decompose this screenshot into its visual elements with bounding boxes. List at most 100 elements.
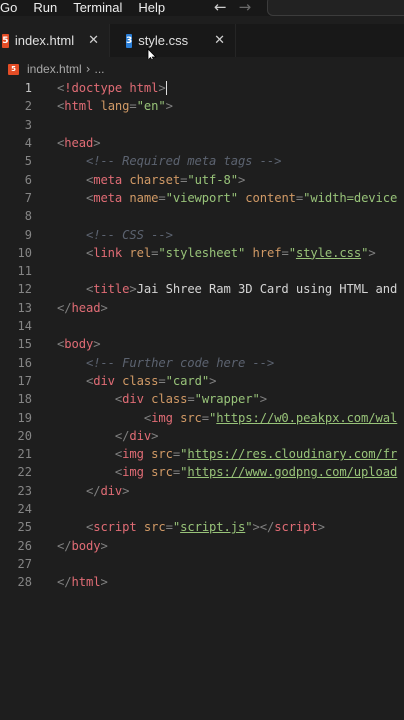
code-line[interactable]: 25 <script src="script.js"></script>	[0, 518, 404, 536]
code-token: >	[368, 245, 376, 260]
code-token: </	[57, 575, 72, 590]
code-line[interactable]: 16 <!-- Further code here -->	[0, 354, 404, 372]
code-token: href	[252, 245, 282, 260]
code-text: <div class="card">	[57, 374, 216, 388]
breadcrumb: 5 index.html › ...	[0, 59, 404, 79]
code-text: <meta charset="utf-8">	[57, 173, 245, 187]
code-line[interactable]: 22 <img src="https://www.godpng.com/uplo…	[0, 463, 404, 481]
code-line[interactable]: 19 <img src="https://w0.peakpx.com/wal	[0, 408, 404, 426]
close-icon[interactable]: ✕	[88, 33, 99, 48]
command-center-search[interactable]	[267, 0, 404, 16]
line-number: 11	[17, 264, 32, 279]
code-token: >	[158, 80, 166, 95]
line-number: 9	[24, 227, 32, 242]
code-text: </head>	[57, 301, 108, 315]
code-text: <!-- Further code here -->	[57, 356, 274, 370]
code-text: <link rel="stylesheet" href="style.css">	[57, 246, 376, 260]
tab-index-html[interactable]: 5 index.html ✕	[0, 24, 110, 57]
code-line[interactable]: 1 <!doctype html>	[0, 79, 404, 97]
code-line[interactable]: 6 <meta charset="utf-8">	[0, 171, 404, 189]
code-line[interactable]: 17 <div class="card">	[0, 372, 404, 390]
code-token: >	[238, 172, 246, 187]
menu-run[interactable]: Run	[33, 0, 57, 16]
code-token: !doctype html	[64, 80, 159, 95]
code-line[interactable]: 4 <head>	[0, 134, 404, 152]
code-token: <!-- Required meta tags -->	[85, 154, 282, 169]
code-token: <!-- Further code here -->	[85, 355, 275, 370]
code-token: <!-- CSS -->	[85, 227, 173, 242]
line-number: 13	[17, 300, 32, 315]
code-token: title	[93, 282, 130, 297]
code-line[interactable]: 24	[0, 500, 404, 518]
code-line[interactable]: 23 </div>	[0, 482, 404, 500]
code-token: html	[64, 99, 94, 114]
code-line[interactable]: 14	[0, 317, 404, 335]
line-number: 20	[17, 428, 32, 443]
line-number: 26	[17, 538, 32, 553]
code-token: >	[151, 428, 159, 443]
code-line[interactable]: 13 </head>	[0, 299, 404, 317]
code-token: >	[122, 483, 130, 498]
code-line[interactable]: 5 <!-- Required meta tags -->	[0, 152, 404, 170]
code-token: https://res.cloudinary.com/fr	[187, 447, 398, 462]
code-token: </	[57, 538, 72, 553]
code-token: =	[129, 99, 137, 114]
code-line[interactable]: 2 <html lang="en">	[0, 97, 404, 115]
code-line[interactable]: 9 <!-- CSS -->	[0, 225, 404, 243]
close-icon[interactable]: ✕	[214, 33, 225, 48]
back-arrow-icon[interactable]: ←	[214, 0, 227, 15]
forward-arrow-icon[interactable]: →	[239, 0, 252, 15]
code-line[interactable]: 15 <body>	[0, 335, 404, 353]
code-text: <html lang="en">	[57, 99, 173, 113]
code-line[interactable]: 28 </html>	[0, 573, 404, 591]
code-line[interactable]: 18 <div class="wrapper">	[0, 390, 404, 408]
code-editor[interactable]: 1 <!doctype html> 2 <html lang="en"> 3 4 <head…	[0, 78, 404, 598]
menu-terminal[interactable]: Terminal	[73, 0, 122, 16]
code-token: </	[114, 428, 130, 443]
code-token: https://w0.peakpx.com/wal	[216, 410, 398, 425]
code-token: style.css	[295, 245, 362, 260]
code-token: src	[151, 465, 173, 480]
code-token: Jai Shree Ram 3D Card using HTML and	[136, 282, 398, 297]
code-text: <body>	[57, 337, 101, 351]
breadcrumb-separator: ›	[85, 62, 91, 76]
code-token: </	[57, 300, 72, 315]
menu-go[interactable]: Go	[0, 0, 17, 16]
breadcrumb-trail[interactable]: ...	[95, 62, 105, 76]
code-text: </div>	[57, 483, 130, 498]
line-number: 25	[17, 520, 32, 535]
breadcrumb-file[interactable]: index.html	[27, 62, 82, 76]
code-text: <meta name="viewport" content="width=dev…	[57, 191, 397, 205]
code-token: "	[288, 245, 296, 260]
tab-style-css[interactable]: 3 style.css ✕	[110, 24, 236, 57]
code-token: >	[129, 282, 137, 297]
code-line[interactable]: 8	[0, 207, 404, 225]
code-line[interactable]: 26 </body>	[0, 537, 404, 555]
code-token: https://www.godpng.com/upload	[187, 465, 398, 480]
line-number: 23	[17, 483, 32, 498]
menu-help[interactable]: Help	[138, 0, 165, 16]
code-line[interactable]: 10 <link rel="stylesheet" href="style.cs…	[0, 244, 404, 262]
code-line[interactable]: 11	[0, 262, 404, 280]
line-number: 2	[24, 99, 32, 114]
menu-bar: Go Run Terminal Help ← →	[0, 0, 404, 16]
code-line[interactable]: 27	[0, 555, 404, 573]
code-line[interactable]: 12 <title>Jai Shree Ram 3D Card using HT…	[0, 280, 404, 298]
code-line[interactable]: 3	[0, 116, 404, 134]
code-line[interactable]: 20 </div>	[0, 427, 404, 445]
code-text: <script src="script.js"></script>	[57, 520, 325, 534]
code-line[interactable]: 7 <meta name="viewport" content="width=d…	[0, 189, 404, 207]
code-token: class	[122, 373, 159, 388]
code-line[interactable]: 21 <img src="https://res.cloudinary.com/…	[0, 445, 404, 463]
code-token: content	[245, 190, 296, 205]
html5-icon: 5	[2, 33, 9, 48]
code-text: <!doctype html>	[57, 81, 167, 96]
line-number: 28	[17, 575, 32, 590]
code-token: >	[165, 99, 173, 114]
code-token: >	[100, 575, 108, 590]
